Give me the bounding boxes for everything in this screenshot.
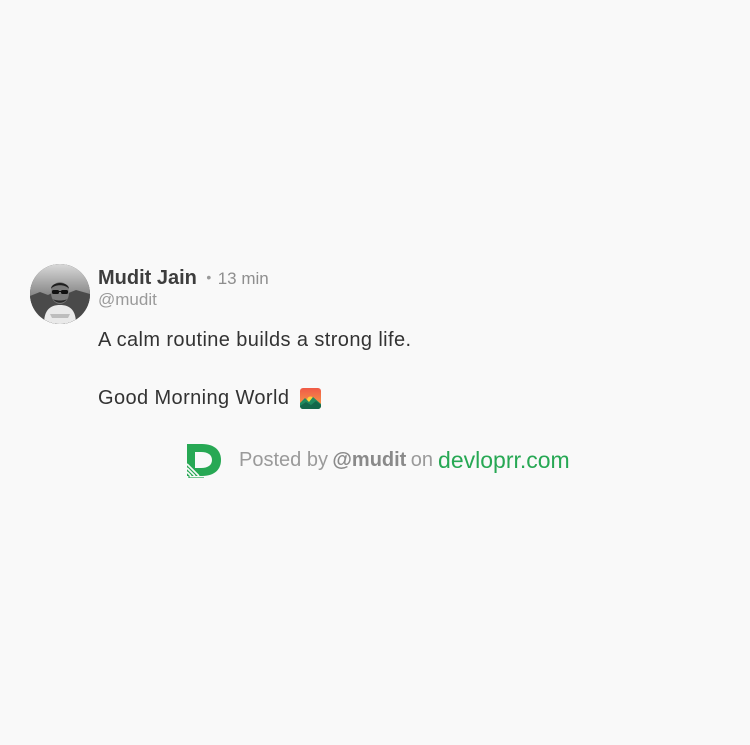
author-name[interactable]: Mudit Jain [98,267,197,289]
post-line: Good Morning World [98,387,411,410]
page: Mudit Jain • 13 min @mudit A calm routin… [0,0,750,745]
post-line: A calm routine builds a strong life. [98,329,412,351]
posted-by-footer: Posted by @mudit on devloprr.com [185,442,570,479]
post-meta: Mudit Jain • 13 min [98,267,269,290]
sunrise-over-mountains-icon [300,388,322,409]
site-link[interactable]: devloprr.com [438,447,570,474]
devloprr-logo-icon[interactable] [185,442,223,479]
meta-separator: • [206,269,212,285]
posted-by-handle[interactable]: @mudit [332,449,406,472]
posted-on-label: on [410,448,434,471]
post-time: 13 min [217,269,269,288]
post-line-text: Good Morning World [98,387,290,409]
posted-by-label: Posted by [239,448,328,471]
post-body: A calm routine builds a strong life. Goo… [98,329,411,410]
author-handle[interactable]: @mudit [98,290,157,310]
avatar[interactable] [30,264,90,324]
